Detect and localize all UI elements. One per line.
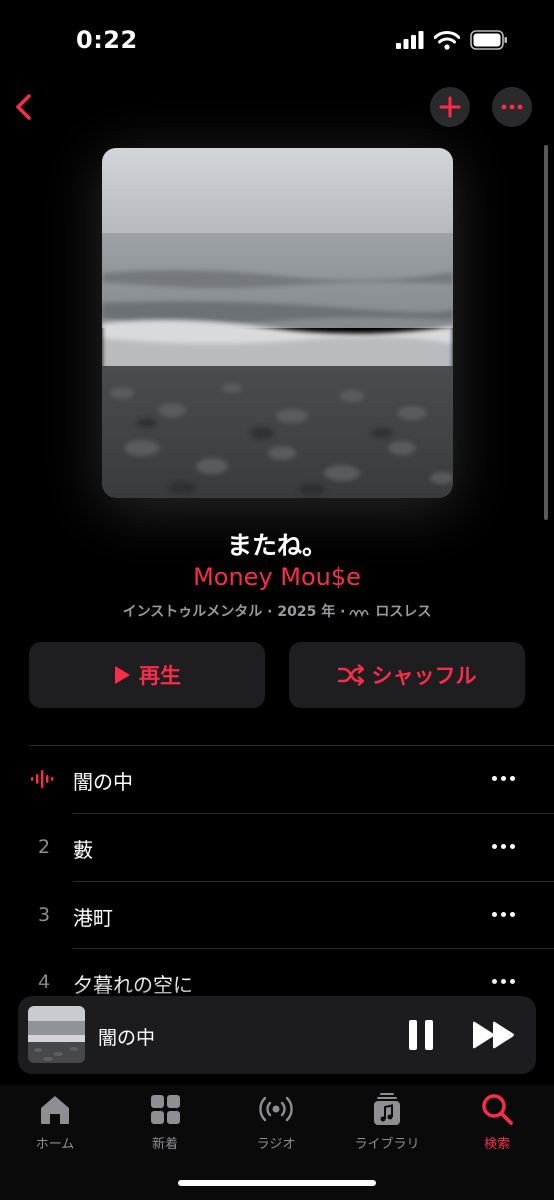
battery-icon: [470, 30, 507, 50]
house-icon: [41, 1096, 69, 1124]
tab-radio[interactable]: ラジオ: [231, 1091, 321, 1152]
artist-link[interactable]: Money Mou$e: [0, 563, 554, 591]
tab-search[interactable]: 検索: [452, 1091, 542, 1152]
track-row[interactable]: 2 藪: [0, 814, 554, 882]
shuffle-icon: [337, 664, 364, 686]
cellular-signal-icon: [396, 31, 424, 49]
tab-new[interactable]: 新着: [120, 1091, 210, 1152]
play-icon: [115, 666, 130, 684]
track-row[interactable]: 3 港町: [0, 882, 554, 950]
shuffle-button[interactable]: シャッフル: [289, 642, 525, 708]
pause-button[interactable]: [406, 1018, 436, 1052]
library-icon: [374, 1093, 400, 1125]
tab-home[interactable]: ホーム: [10, 1091, 100, 1152]
tab-label: 検索: [483, 1137, 510, 1152]
lossless-label: ロスレス: [375, 604, 432, 620]
track-number: 3: [37, 904, 51, 926]
album-meta: インストゥルメンタル · 2025 年 · ロスレス: [0, 601, 554, 621]
track-more-button[interactable]: [492, 979, 520, 987]
track-title: 闇の中: [73, 770, 133, 794]
tab-label: ライブラリ: [354, 1137, 420, 1152]
status-time: 0:22: [76, 26, 138, 54]
back-button[interactable]: [8, 88, 42, 126]
play-button[interactable]: 再生: [29, 642, 265, 708]
home-indicator: [178, 1180, 376, 1186]
track-more-button[interactable]: [492, 912, 520, 920]
chevron-left-icon: [16, 94, 31, 120]
genre-year: インストゥルメンタル · 2025 年 ·: [122, 604, 346, 620]
track-more-button[interactable]: [492, 776, 520, 784]
track-title: 藪: [73, 838, 93, 862]
mini-player-artwork: [28, 1006, 85, 1063]
mini-player[interactable]: 闇の中: [18, 996, 536, 1074]
fast-forward-button[interactable]: [471, 1020, 517, 1050]
status-icons: [396, 30, 508, 50]
track-title: 夕暮れの空に: [73, 973, 193, 997]
scrollbar[interactable]: [544, 145, 548, 520]
track-number: 2: [37, 836, 51, 858]
track-title: 港町: [73, 906, 113, 930]
plus-icon: [439, 96, 461, 118]
fast-forward-icon: [473, 1021, 514, 1049]
track-more-button[interactable]: [492, 844, 520, 852]
more-button[interactable]: [492, 87, 532, 127]
album-title: またね。: [226, 531, 327, 560]
tab-label: 新着: [151, 1137, 178, 1152]
add-button[interactable]: [430, 87, 470, 127]
pause-icon: [409, 1020, 433, 1050]
now-playing-waveform-icon: [30, 769, 56, 793]
tab-label: ラジオ: [256, 1137, 296, 1152]
wifi-icon: [434, 30, 460, 50]
tab-label: ホーム: [35, 1137, 75, 1152]
search-icon: [482, 1094, 513, 1125]
lossless-icon: [349, 609, 370, 617]
ellipsis-icon: [501, 104, 523, 110]
track-number: 4: [37, 971, 51, 993]
shuffle-label: シャッフル: [371, 664, 477, 688]
play-label: 再生: [139, 664, 181, 688]
track-row[interactable]: 闇の中: [0, 746, 554, 814]
album-artwork: [102, 148, 453, 498]
mini-player-title: 闇の中: [98, 1027, 156, 1049]
radio-icon: [259, 1096, 293, 1122]
tab-library[interactable]: ライブラリ: [342, 1091, 432, 1152]
grid-icon: [151, 1095, 180, 1124]
